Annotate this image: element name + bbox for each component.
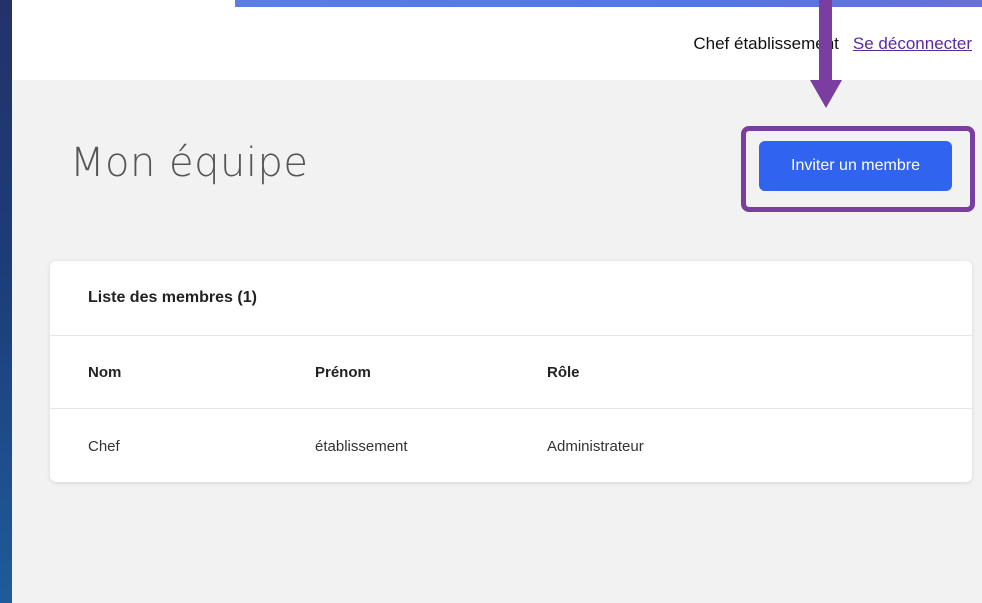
table-cell-nom: Chef bbox=[88, 438, 120, 455]
table-header-divider bbox=[50, 408, 972, 409]
sidebar bbox=[0, 0, 12, 603]
user-area: Chef établissement Se déconnecter bbox=[693, 34, 972, 54]
top-accent-strip bbox=[235, 0, 982, 7]
logout-link[interactable]: Se déconnecter bbox=[853, 34, 972, 53]
column-header-role: Rôle bbox=[547, 364, 580, 381]
table-cell-role: Administrateur bbox=[547, 438, 644, 455]
annotation-arrow-shaft bbox=[819, 0, 832, 82]
card-divider bbox=[50, 335, 972, 336]
column-header-nom: Nom bbox=[88, 364, 122, 381]
annotation-arrow-head bbox=[810, 80, 842, 108]
page-title: Mon équipe bbox=[70, 140, 309, 186]
members-card: Liste des membres (1) Nom Prénom Rôle Ch… bbox=[50, 261, 972, 482]
table-cell-prenom: établissement bbox=[315, 438, 408, 455]
members-list-title: Liste des membres (1) bbox=[88, 289, 257, 306]
column-header-prenom: Prénom bbox=[315, 364, 371, 381]
invite-member-button[interactable]: Inviter un membre bbox=[759, 141, 952, 191]
user-name: Chef établissement bbox=[693, 34, 839, 53]
